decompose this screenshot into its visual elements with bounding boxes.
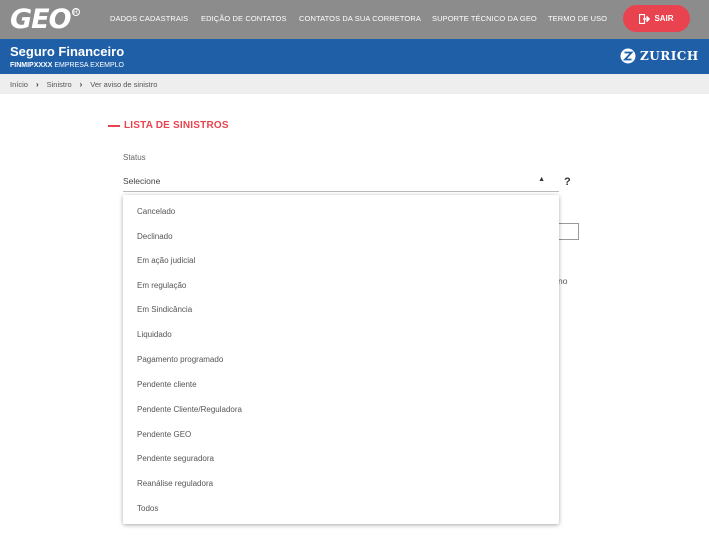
dropdown-option[interactable]: Pendente Cliente/Reguladora xyxy=(137,405,242,414)
zurich-wordmark: ZURICH xyxy=(640,49,699,63)
status-dropdown-menu: Cancelado Declinado Em ação judicial Em … xyxy=(123,195,559,524)
dropdown-option[interactable]: Em regulação xyxy=(137,281,186,290)
chevron-right-icon: › xyxy=(35,79,39,89)
logout-icon xyxy=(639,13,651,24)
registered-mark-icon: R xyxy=(71,8,80,16)
dropdown-option[interactable]: Em Sindicância xyxy=(137,305,192,314)
product-code: FINMIPXXXX xyxy=(10,62,53,69)
dropdown-option[interactable]: Pendente GEO xyxy=(137,430,191,439)
breadcrumb-sinistro[interactable]: Sinistro xyxy=(47,80,72,89)
dropdown-option[interactable]: Pagamento programado xyxy=(137,355,223,364)
nav-link-suporte-tecnico[interactable]: SUPORTE TÉCNICO DA GEO xyxy=(432,14,537,23)
nav-link-contatos-corretora[interactable]: CONTATOS DA SUA CORRETORA xyxy=(299,14,421,23)
chevron-right-icon: › xyxy=(79,79,83,89)
heading-accent-bar xyxy=(108,124,120,127)
logout-button[interactable]: SAIR xyxy=(623,5,690,32)
dropdown-option[interactable]: Reanálise reguladora xyxy=(137,479,213,488)
dropdown-option[interactable]: Pendente cliente xyxy=(137,380,197,389)
status-select[interactable]: Selecione ▲ xyxy=(123,172,559,192)
company-name: EMPRESA EXEMPLO xyxy=(54,62,124,69)
nav-link-dados-cadastrais[interactable]: DADOS CADASTRAIS xyxy=(110,14,188,23)
breadcrumb: Início › Sinistro › Ver aviso de sinistr… xyxy=(0,74,709,94)
dropdown-option[interactable]: Todos xyxy=(137,504,158,513)
section-title: LISTA DE SINISTROS xyxy=(124,120,229,131)
top-navbar: GEO R DADOS CADASTRAIS EDIÇÃO DE CONTATO… xyxy=(0,0,709,39)
dropdown-option[interactable]: Pendente seguradora xyxy=(137,454,214,463)
logout-label: SAIR xyxy=(654,14,674,23)
status-select-value: Selecione xyxy=(123,176,161,186)
background-input-field[interactable] xyxy=(556,223,579,240)
zurich-z-icon xyxy=(620,48,636,64)
breadcrumb-home[interactable]: Início xyxy=(10,80,28,89)
background-text-fragment: no xyxy=(558,276,568,286)
breadcrumb-current: Ver aviso de sinistro xyxy=(90,79,158,89)
dropdown-option[interactable]: Em ação judicial xyxy=(137,256,195,265)
product-header: Seguro Financeiro FINMIPXXXX EMPRESA EXE… xyxy=(0,39,709,74)
nav-link-termo-uso[interactable]: TERMO DE USO xyxy=(548,14,607,23)
section-heading: LISTA DE SINISTROS xyxy=(108,120,229,131)
zurich-logo: ZURICH xyxy=(620,48,699,64)
product-title: Seguro Financeiro xyxy=(10,44,125,59)
help-icon[interactable]: ? xyxy=(564,176,571,188)
dropdown-option[interactable]: Declinado xyxy=(137,232,173,241)
geo-logo[interactable]: GEO R xyxy=(10,3,80,35)
product-subtitle: FINMIPXXXX EMPRESA EXEMPLO xyxy=(10,62,124,69)
status-label: Status xyxy=(123,153,146,162)
nav-link-edicao-contatos[interactable]: EDIÇÃO DE CONTATOS xyxy=(201,14,287,23)
logo-text: GEO xyxy=(10,3,72,35)
dropdown-option[interactable]: Cancelado xyxy=(137,207,175,216)
caret-up-icon: ▲ xyxy=(538,176,545,183)
dropdown-option[interactable]: Liquidado xyxy=(137,330,172,339)
